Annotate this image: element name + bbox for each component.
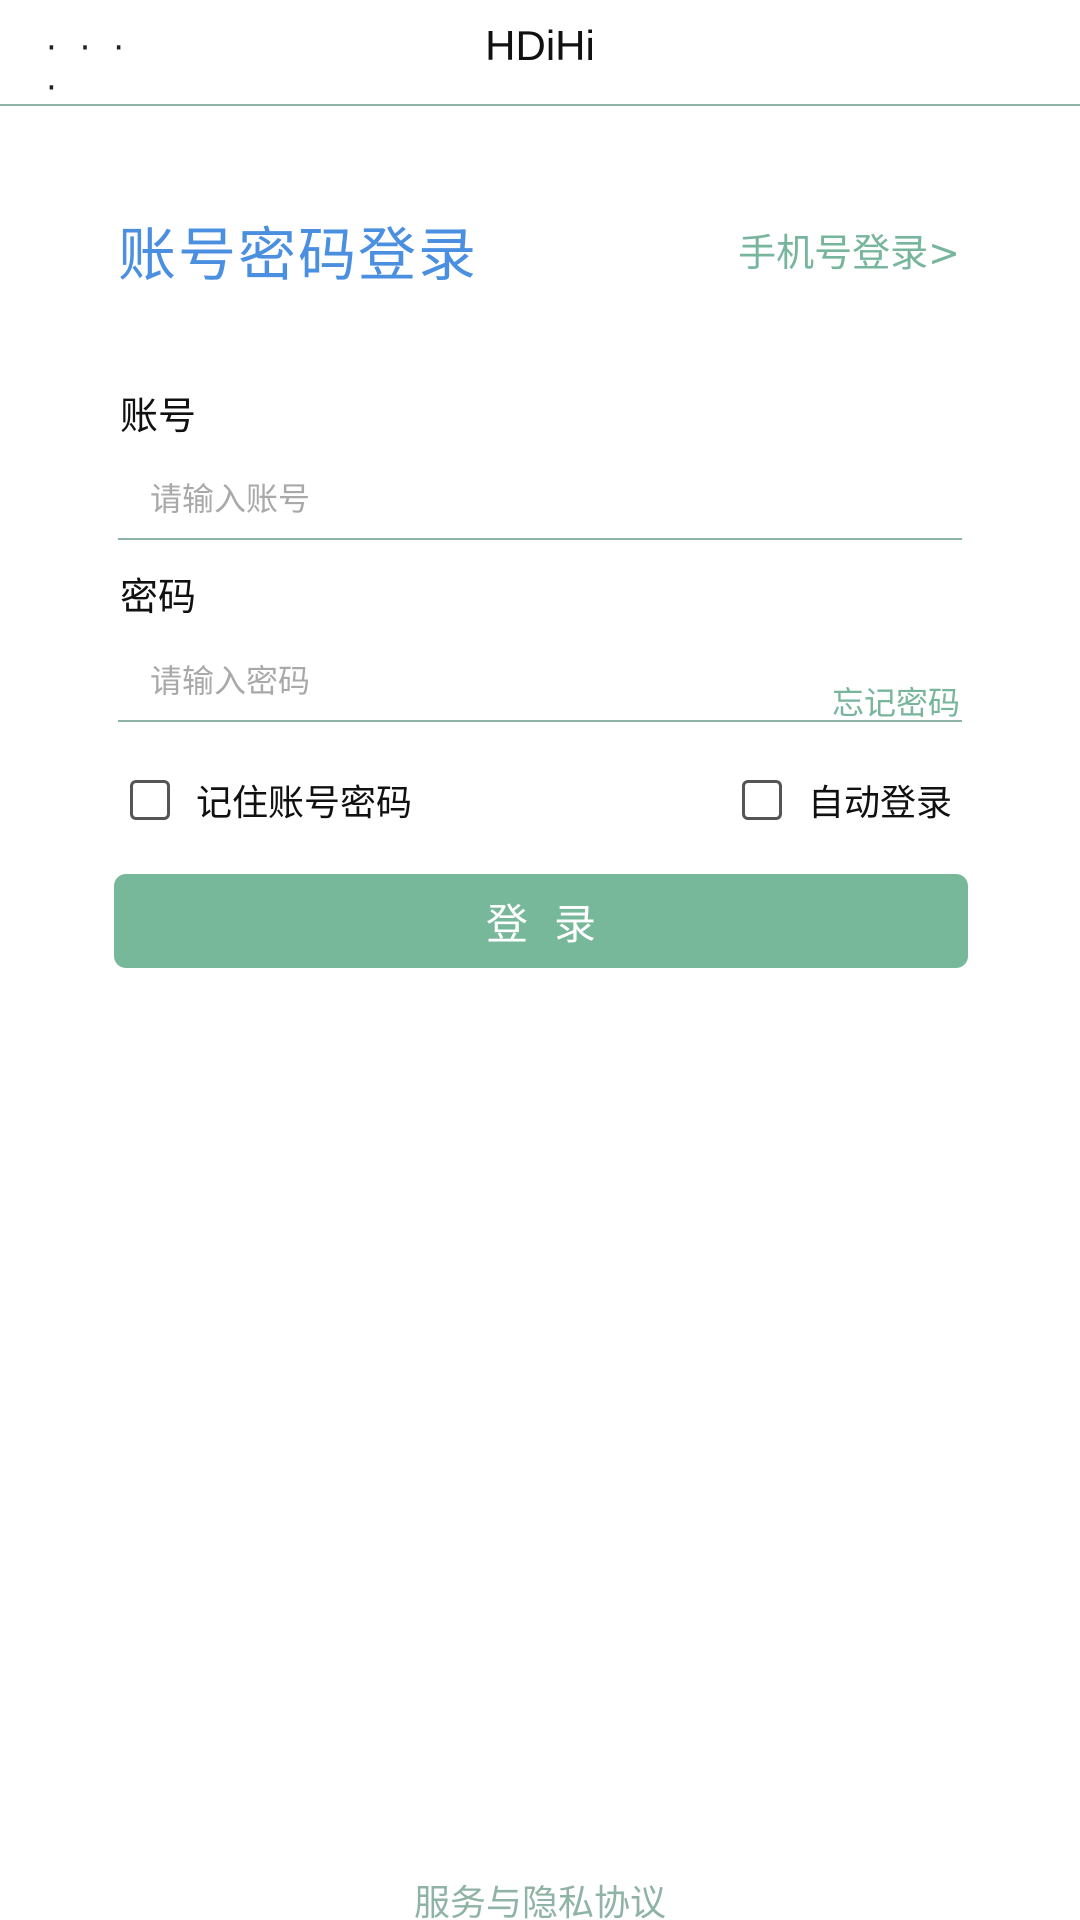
- account-label: 账号: [120, 394, 197, 438]
- account-field-container: [118, 462, 962, 540]
- remember-checkbox[interactable]: [130, 780, 170, 820]
- forgot-password-link[interactable]: 忘记密码: [832, 678, 960, 724]
- page-title: 账号密码登录: [118, 221, 479, 289]
- password-input[interactable]: [148, 650, 752, 712]
- auto-login-checkbox[interactable]: [742, 780, 782, 820]
- account-input[interactable]: [148, 468, 752, 530]
- remember-option[interactable]: 记住账号密码: [130, 770, 412, 830]
- login-page: · · · · HDiHi 账号密码登录 手机号登录> 账号 密码 忘记密码 记…: [0, 0, 1080, 1920]
- login-button[interactable]: 登录: [114, 874, 968, 968]
- app-title: HDiHi: [485, 22, 595, 69]
- password-label: 密码: [120, 575, 197, 619]
- top-bar: · · · · HDiHi: [0, 0, 1080, 108]
- remember-label: 记住账号密码: [196, 783, 413, 824]
- phone-login-link[interactable]: 手机号登录>: [738, 222, 960, 277]
- service-privacy-agreement-link[interactable]: 服务与隐私协议: [0, 1874, 1080, 1920]
- auto-login-option[interactable]: 自动登录: [742, 770, 952, 830]
- auto-login-label: 自动登录: [808, 783, 953, 824]
- password-field-container: 忘记密码: [118, 644, 962, 722]
